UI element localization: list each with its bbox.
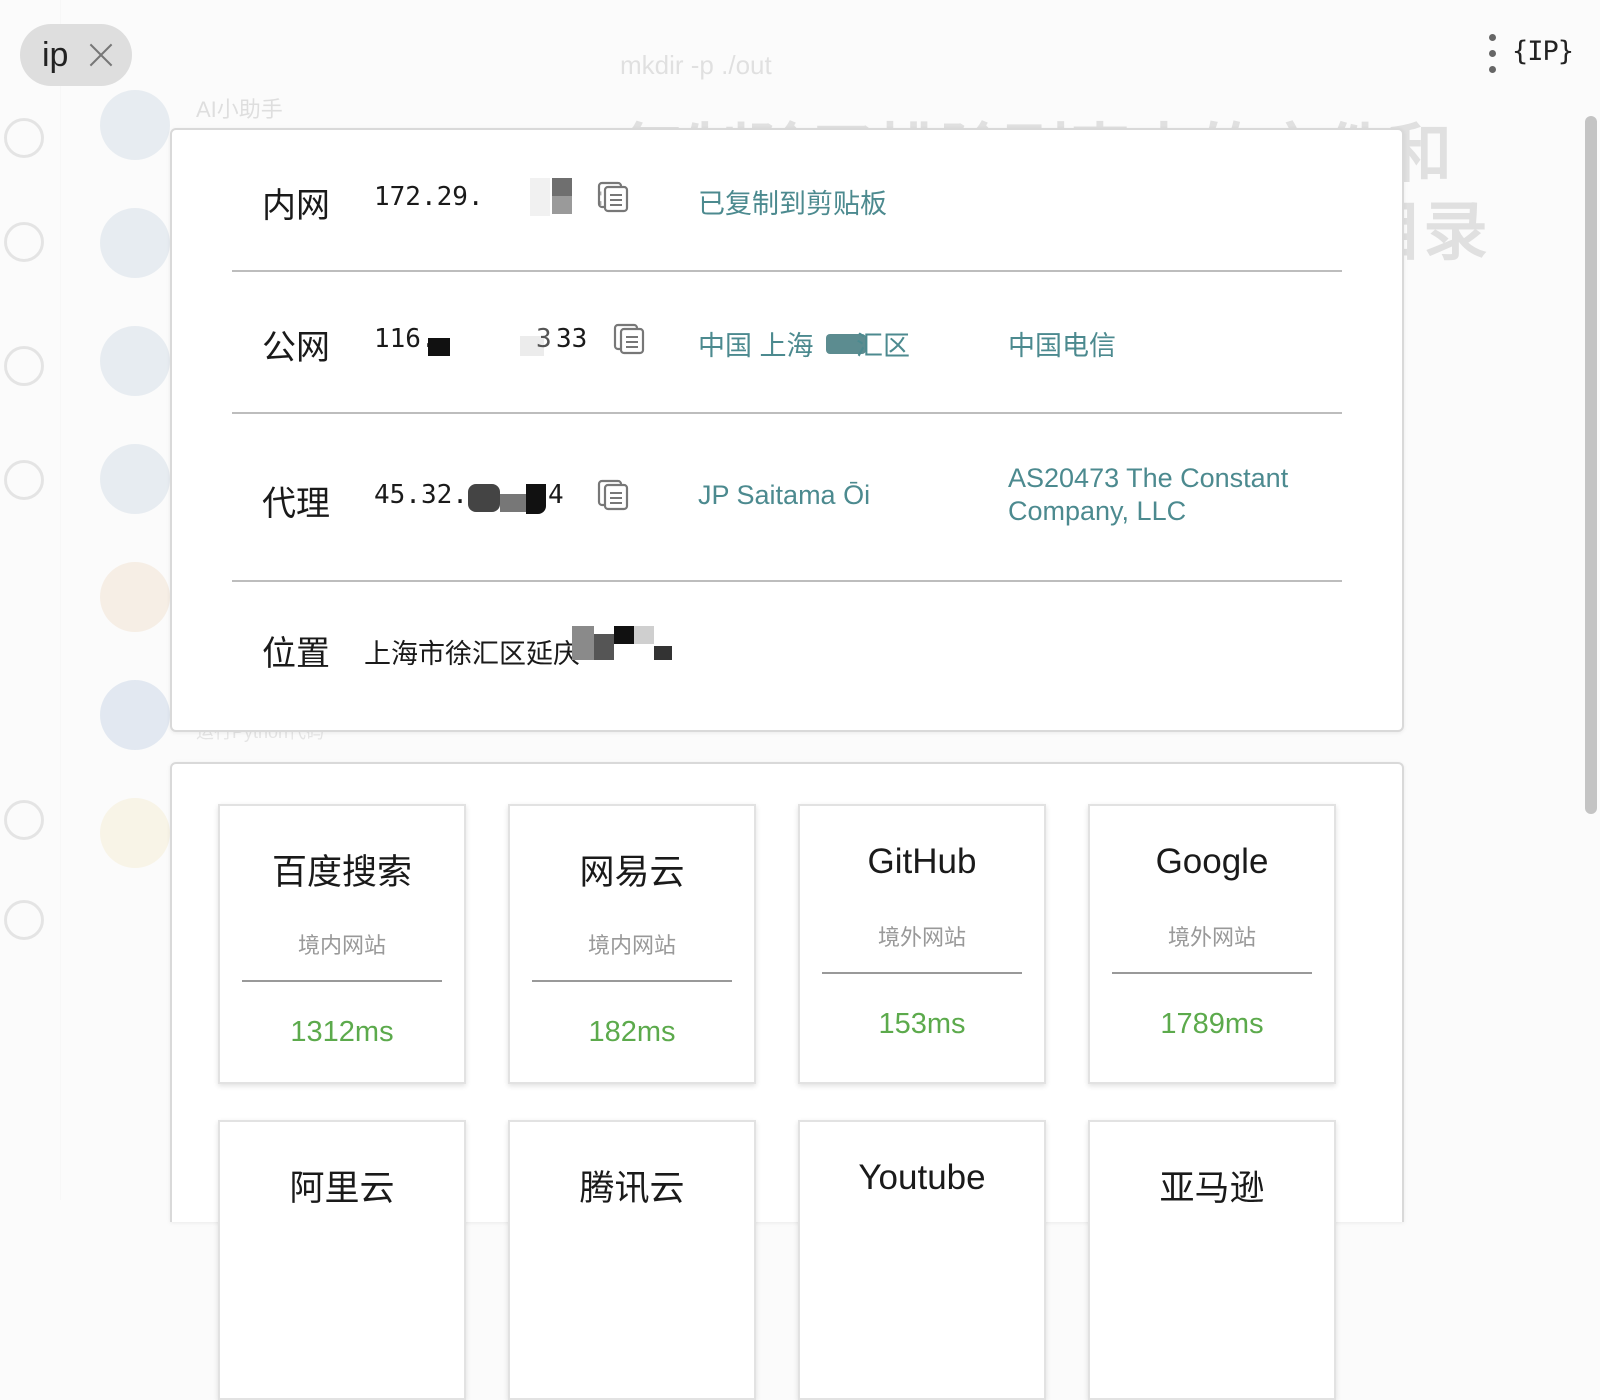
redaction-mask — [468, 476, 554, 516]
avatar — [100, 444, 170, 514]
address-label: 位置 — [262, 635, 330, 673]
divider — [822, 972, 1022, 974]
divider — [532, 980, 732, 982]
divider — [242, 980, 442, 982]
proxy-ip[interactable]: 45.32. — [374, 480, 468, 510]
site-tile-github[interactable]: GitHub 境外网站 153ms — [798, 804, 1046, 1084]
address-value: 上海市徐汇区延 — [364, 639, 553, 669]
avatar — [100, 562, 170, 632]
site-category: 境内网站 — [587, 933, 676, 958]
public-ip-isp: 中国电信 — [1008, 331, 1116, 361]
public-ip-mid: 3 — [536, 324, 552, 354]
bg-nav-icon — [4, 460, 44, 500]
search-chip-label: ip — [42, 35, 69, 74]
bg-nav-icon — [4, 900, 44, 940]
proxy-ip-tail: 4 — [548, 480, 564, 510]
copy-icon[interactable] — [612, 322, 646, 356]
site-tile-netease[interactable]: 网易云 境内网站 182ms — [508, 804, 756, 1084]
site-latency: 153ms — [878, 1008, 966, 1040]
bg-nav-icon — [4, 346, 44, 386]
site-name: 百度搜索 — [271, 853, 412, 892]
site-name: Youtube — [858, 1158, 986, 1197]
intranet-label: 内网 — [262, 187, 330, 225]
public-ip-label: 公网 — [262, 329, 330, 367]
ip-info-card: 内网 172.29. : 已复制到剪贴板 公网 116. 3 33 中国 上海 … — [170, 128, 1404, 732]
search-chip[interactable]: ip — [20, 24, 132, 86]
site-tile-baidu[interactable]: 百度搜索 境内网站 1312ms — [218, 804, 466, 1084]
scrollbar-thumb[interactable] — [1585, 116, 1597, 814]
site-name: 阿里云 — [289, 1169, 395, 1208]
site-category: 境内网站 — [297, 933, 386, 958]
address-row: 位置 上海市徐汇区延 庆 — [232, 582, 1342, 732]
bg-command: mkdir -p ./out — [620, 50, 772, 80]
bg-nav-icon — [4, 118, 44, 158]
site-tile-amazon[interactable]: 亚马逊 — [1088, 1120, 1336, 1400]
public-ip-location-tail: 汇区 — [856, 331, 910, 361]
bg-nav-icon — [4, 222, 44, 262]
site-latency: 182ms — [588, 1016, 676, 1048]
avatar — [100, 680, 170, 750]
site-name: 亚马逊 — [1159, 1169, 1265, 1208]
redaction-mask — [572, 626, 672, 666]
public-ip-row: 公网 116. 3 33 中国 上海 汇区 中国电信 — [232, 272, 1342, 414]
site-name: Google — [1155, 842, 1269, 881]
proxy-location: JP Saitama Ōi — [698, 480, 871, 510]
copy-status-text: 已复制到剪贴板 — [698, 189, 887, 219]
bg-item-title: AI小助手 — [196, 97, 283, 122]
site-tile-tencent[interactable]: 腾讯云 — [508, 1120, 756, 1400]
avatar — [100, 326, 170, 396]
redaction-mask — [490, 178, 590, 216]
copy-icon[interactable] — [596, 478, 630, 512]
bg-nav-icon — [4, 800, 44, 840]
public-ip-location: 中国 上海 — [698, 331, 814, 361]
close-icon[interactable] — [88, 42, 114, 68]
site-latency: 1312ms — [290, 1016, 394, 1048]
site-latency-card: 百度搜索 境内网站 1312ms 网易云 境内网站 182ms GitHub 境… — [170, 762, 1404, 1400]
avatar — [100, 90, 170, 160]
avatar — [100, 798, 170, 868]
public-ip-tail: 33 — [556, 324, 588, 354]
site-name: 腾讯云 — [579, 1169, 685, 1208]
site-tile-google[interactable]: Google 境外网站 1789ms — [1088, 804, 1336, 1084]
proxy-isp: AS20473 The Constant Company, LLC — [1008, 463, 1289, 526]
app-logo: {IP} — [1512, 36, 1574, 67]
proxy-label: 代理 — [262, 485, 330, 523]
intranet-row: 内网 172.29. : 已复制到剪贴板 — [232, 130, 1342, 272]
intranet-ip[interactable]: 172.29. — [374, 182, 484, 212]
avatar — [100, 208, 170, 278]
bg-sidebar — [0, 0, 61, 1200]
scrollbar[interactable] — [1584, 116, 1597, 1200]
proxy-row: 代理 45.32. 4 JP Saitama Ōi AS20473 The Co… — [232, 414, 1342, 582]
site-name: GitHub — [867, 842, 977, 881]
divider — [1112, 972, 1312, 974]
site-latency: 1789ms — [1160, 1008, 1264, 1040]
site-category: 境外网站 — [877, 925, 966, 950]
site-category: 境外网站 — [1167, 925, 1256, 950]
more-vertical-icon[interactable] — [1486, 34, 1498, 74]
copy-icon[interactable] — [596, 180, 630, 214]
site-name: 网易云 — [579, 853, 685, 892]
site-tile-youtube[interactable]: Youtube — [798, 1120, 1046, 1400]
site-tile-aliyun[interactable]: 阿里云 — [218, 1120, 466, 1400]
